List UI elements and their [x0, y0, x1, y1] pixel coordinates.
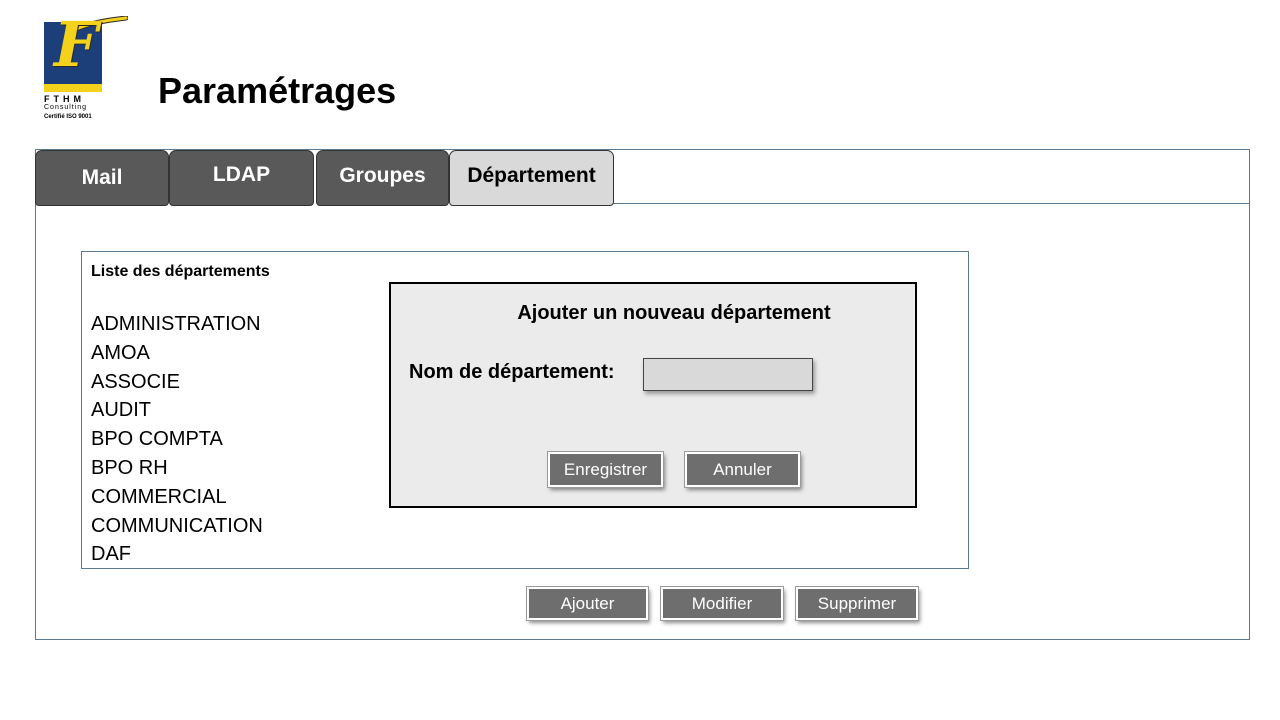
- department-list: ADMINISTRATION AMOA ASSOCIE AUDIT BPO CO…: [91, 310, 263, 569]
- department-list-title: Liste des départements: [91, 263, 270, 280]
- tab-mail-label: Mail: [81, 166, 123, 189]
- tab-groupes[interactable]: Groupes: [316, 150, 449, 206]
- page-title: Paramétrages: [158, 70, 397, 111]
- logo-subtitle: Consulting: [44, 104, 88, 111]
- add-button[interactable]: Ajouter: [526, 586, 649, 621]
- company-logo: F FTHM Consulting Certifié ISO 9001: [44, 10, 128, 126]
- department-name-label: Nom de département:: [409, 361, 615, 383]
- list-item[interactable]: BPO COMPTA: [91, 425, 263, 454]
- tab-groupes-label: Groupes: [339, 164, 426, 187]
- tab-mail[interactable]: Mail: [35, 150, 169, 206]
- logo-name: FTHM: [44, 94, 85, 104]
- list-item[interactable]: ASSOCIE: [91, 368, 263, 397]
- tab-departement[interactable]: Département: [449, 150, 614, 206]
- tab-departement-label: Département: [467, 164, 596, 187]
- list-item[interactable]: COMMUNICATION: [91, 512, 263, 541]
- tab-ldap-label: LDAP: [212, 163, 271, 186]
- dialog-title: Ajouter un nouveau département: [517, 302, 831, 324]
- list-item[interactable]: BPO RH: [91, 454, 263, 483]
- list-item[interactable]: COMMERCIAL: [91, 483, 263, 512]
- logo-certification: Certifié ISO 9001: [44, 114, 92, 120]
- edit-button[interactable]: Modifier: [660, 586, 784, 621]
- logo-yellow-bar: [44, 84, 102, 92]
- logo-letter: F: [54, 8, 99, 81]
- list-item[interactable]: ADMINISTRATION: [91, 310, 263, 339]
- list-item[interactable]: AMOA: [91, 339, 263, 368]
- tab-strip-divider: [612, 203, 1250, 204]
- list-item[interactable]: AUDIT: [91, 396, 263, 425]
- cancel-button[interactable]: Annuler: [684, 451, 801, 488]
- save-button[interactable]: Enregistrer: [547, 451, 664, 488]
- department-name-input[interactable]: [643, 358, 813, 391]
- list-item[interactable]: DAF: [91, 540, 263, 569]
- tab-ldap[interactable]: LDAP: [169, 150, 314, 206]
- delete-button[interactable]: Supprimer: [795, 586, 919, 621]
